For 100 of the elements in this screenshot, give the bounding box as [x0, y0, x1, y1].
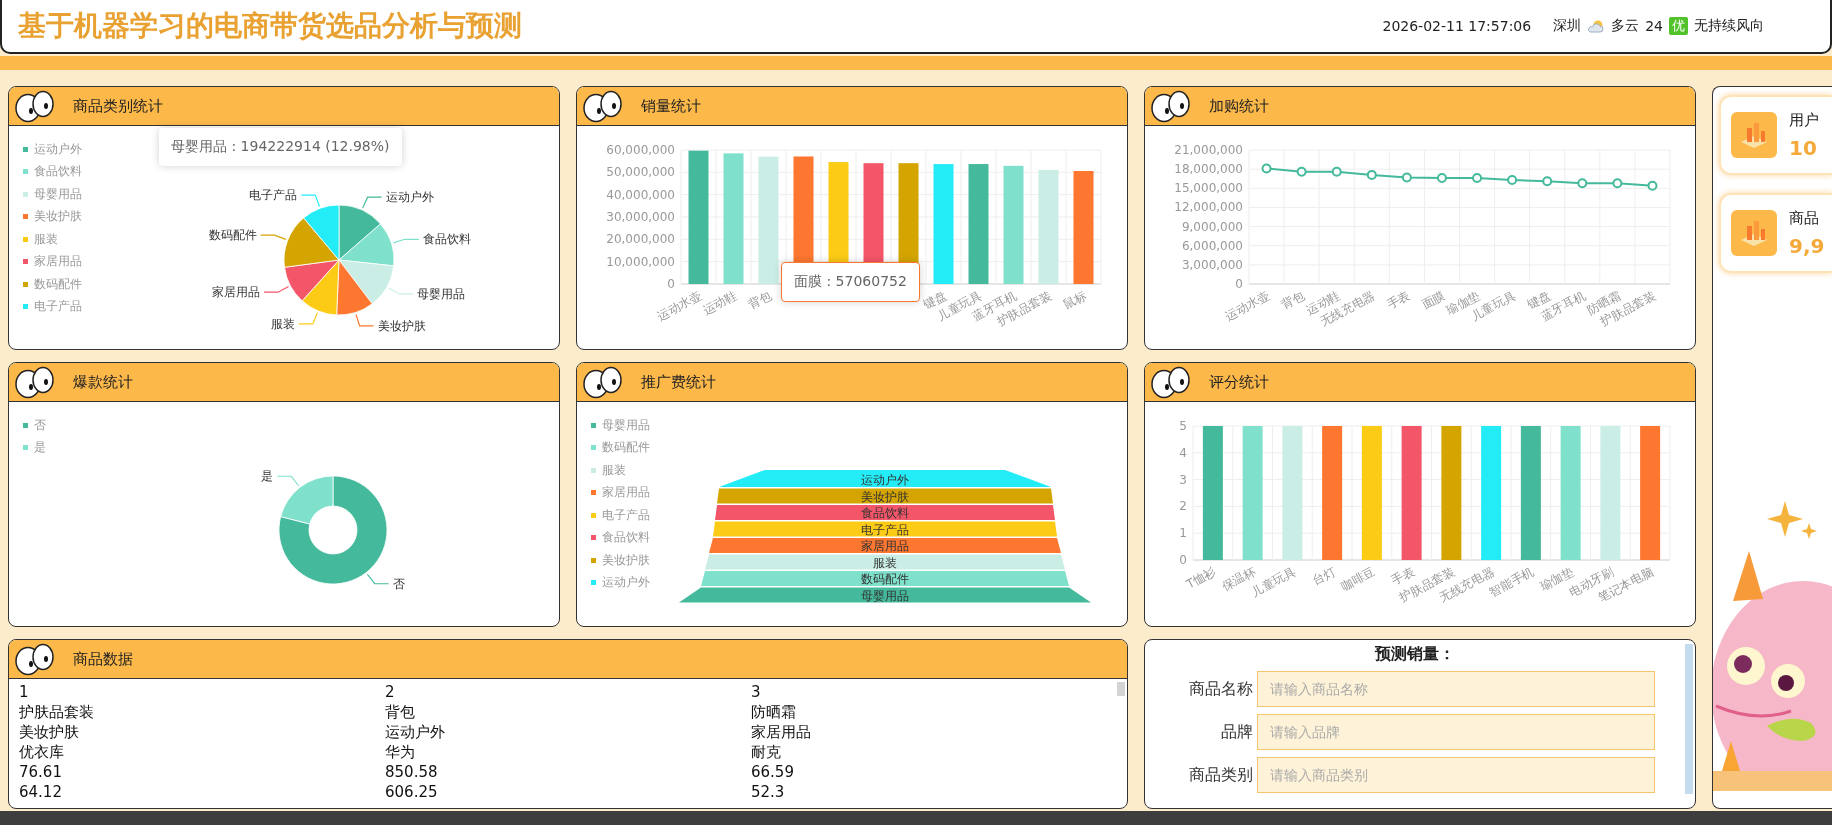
tick-label: 30,000,000 [606, 210, 675, 224]
legend-label: 食品饮料 [34, 163, 82, 181]
legend-label: 美妆护肤 [34, 208, 82, 226]
leader-line [392, 238, 420, 244]
panel-title: 商品类别统计 [73, 96, 163, 116]
eyes-icon [1149, 365, 1191, 399]
slice-label: 母婴用品 [417, 286, 466, 301]
weather-icon [1587, 19, 1606, 33]
leader-line [276, 475, 300, 487]
axis-label: 背包 [746, 288, 774, 312]
table-cell-text: 52.3 [751, 782, 786, 802]
funnel-label: 电子产品 [861, 522, 909, 537]
funnel-label: 母婴用品 [861, 588, 909, 603]
table-cell-text: 护肤品套装 [19, 702, 95, 722]
input-field[interactable]: 请输入品牌 [1257, 714, 1655, 750]
data-point [1366, 169, 1377, 180]
eyes-icon [13, 642, 55, 676]
table-cell-text: 优衣库 [19, 742, 65, 762]
leader-line [362, 196, 383, 209]
data-point [1577, 178, 1588, 189]
tooltip: 面膜 : 57060752 [781, 262, 920, 302]
data-point [1507, 175, 1518, 185]
tick-label: 1 [1179, 526, 1187, 541]
legend-label: 食品饮料 [602, 529, 650, 547]
leader-line [260, 234, 287, 240]
leader-line [388, 287, 414, 295]
axis-label: 手表 [1384, 288, 1413, 312]
field-label: 品牌 [1220, 721, 1253, 743]
legend-label: 美妆护肤 [602, 551, 650, 569]
eyes-icon [13, 89, 55, 123]
tick-label: 4 [1179, 445, 1187, 460]
legend-label: 运动户外 [602, 574, 650, 592]
stat-value: 10 [1789, 135, 1818, 160]
weather-text: 多云 [1611, 17, 1640, 35]
form-title: 预测销量： [1373, 643, 1456, 665]
slice-label: 是 [261, 469, 274, 484]
slice-label: 食品饮料 [422, 232, 471, 247]
stat-label: 用户 [1789, 110, 1819, 130]
leader-line [355, 313, 375, 327]
scrollbar[interactable] [1117, 682, 1125, 696]
stat-label: 商品 [1789, 208, 1820, 228]
data-point [1296, 166, 1307, 177]
table-cell-text: 背包 [385, 702, 416, 722]
field-label: 商品名称 [1188, 678, 1253, 700]
funnel-label: 服装 [873, 555, 897, 570]
eyes-icon [581, 365, 623, 399]
slice-label: 否 [392, 576, 405, 591]
temperature: 24 [1645, 18, 1663, 34]
panel-title: 爆款统计 [73, 372, 133, 392]
legend-label: 母婴用品 [34, 185, 82, 203]
tooltip: 母婴用品 : 194222914 (12.98%) [159, 128, 402, 166]
funnel-label: 家居用品 [861, 539, 909, 553]
legend-label: 是 [34, 439, 46, 457]
data-point [1331, 166, 1342, 177]
legend-label: 服装 [602, 461, 626, 479]
eyes-icon [1149, 89, 1191, 123]
wind-text: 无持续风向 [1694, 17, 1764, 35]
data-point [1612, 178, 1623, 189]
legend-label: 服装 [34, 230, 58, 248]
input-field[interactable]: 请输入商品类别 [1257, 757, 1655, 793]
tick-label: 40,000,000 [606, 187, 675, 202]
table-cell-text: 家居用品 [751, 722, 812, 742]
panel-title: 推广费统计 [641, 372, 716, 392]
slice-label: 数码配件 [208, 228, 257, 243]
data-point [1647, 180, 1658, 191]
tick-label: 18,000,000 [1174, 162, 1243, 177]
tick-label: 0 [1179, 553, 1187, 567]
tick-label: 2 [1179, 499, 1187, 514]
table-cell-text: 耐克 [751, 742, 782, 762]
city: 深圳 [1553, 17, 1582, 35]
chart-icon [1731, 210, 1777, 256]
leader-line [300, 194, 321, 208]
data-point [1542, 176, 1553, 187]
legend-label: 家居用品 [34, 253, 82, 271]
data-point [1472, 173, 1483, 184]
table-cell-text: 运动户外 [385, 722, 446, 742]
legend-label: 母婴用品 [602, 416, 650, 434]
sparkle-icon [1767, 501, 1817, 539]
tick-label: 21,000,000 [1174, 143, 1243, 157]
datetime: 2026-02-11 17:57:06 [1382, 18, 1532, 34]
legend-label: 否 [34, 416, 46, 434]
slice-label: 服装 [270, 316, 295, 331]
aqi-badge: 优 [1669, 17, 1688, 35]
axis-label: 台灯 [1309, 564, 1338, 588]
table-cell-text: 美妆护肤 [19, 722, 80, 742]
eyes-icon [581, 89, 623, 123]
table-cell-text: 66.59 [751, 762, 795, 782]
leader-line [298, 312, 319, 325]
table-cell-text: 华为 [385, 742, 416, 762]
panel-title: 加购统计 [1209, 96, 1269, 116]
legend-label: 家居用品 [602, 484, 650, 502]
tick-label: 0 [1235, 277, 1243, 291]
tick-label: 5 [1179, 419, 1187, 433]
data-point [1401, 172, 1412, 183]
funnel-label: 食品饮料 [861, 506, 909, 520]
tick-label: 3,000,000 [1181, 257, 1243, 272]
legend-label: 电子产品 [602, 506, 650, 524]
tick-label: 6,000,000 [1181, 238, 1243, 253]
scrollbar[interactable] [1685, 644, 1693, 794]
input-field[interactable]: 请输入商品名称 [1257, 671, 1655, 707]
